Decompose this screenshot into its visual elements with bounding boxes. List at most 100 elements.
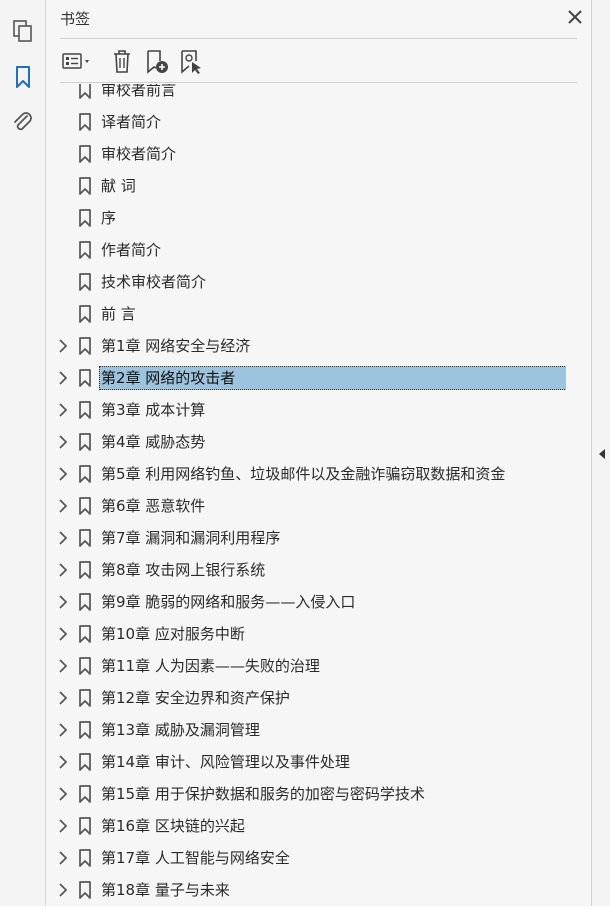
bookmark-label[interactable]: 第8章 攻击网上银行系统 — [100, 559, 266, 581]
expand-chevron-icon[interactable] — [57, 722, 69, 738]
bookmark-item[interactable]: 第10章 应对服务中断 — [46, 618, 566, 650]
bookmark-label[interactable]: 第12章 安全边界和资产保护 — [100, 687, 291, 709]
bookmark-icon — [78, 785, 92, 803]
bookmark-item[interactable]: 第3章 成本计算 — [46, 394, 566, 426]
bookmark-label[interactable]: 献 词 — [100, 175, 137, 197]
bookmark-icon — [78, 497, 92, 515]
bookmark-item[interactable]: 第14章 审计、风险管理以及事件处理 — [46, 746, 566, 778]
bookmark-label[interactable]: 第4章 威胁态势 — [100, 431, 206, 453]
bookmark-item[interactable]: 第2章 网络的攻击者 — [46, 362, 566, 394]
bookmark-icon — [78, 177, 92, 195]
expand-chevron-icon[interactable] — [57, 786, 69, 802]
expand-chevron-icon[interactable] — [57, 370, 69, 386]
bookmark-icon — [78, 753, 92, 771]
bookmark-item[interactable]: 译者简介 — [46, 106, 566, 138]
bookmark-label[interactable]: 第15章 用于保护数据和服务的加密与密码学技术 — [100, 783, 426, 805]
bookmark-label[interactable]: 第11章 人为因素——失败的治理 — [100, 655, 321, 677]
bookmark-item[interactable]: 献 词 — [46, 170, 566, 202]
bookmark-label[interactable]: 第17章 人工智能与网络安全 — [100, 847, 291, 869]
bookmark-icon — [78, 465, 92, 483]
expand-chevron-icon[interactable] — [57, 754, 69, 770]
page-thumbnails-icon[interactable] — [9, 17, 37, 45]
bookmarks-panel: 书签 审校者前言 译者简介 审校者简介 献 词 序 作者简介 技术审校者简介 前… — [46, 0, 591, 906]
bookmark-label[interactable]: 第2章 网络的攻击者 — [99, 366, 566, 390]
bookmark-label[interactable]: 第16章 区块链的兴起 — [100, 815, 246, 837]
bookmark-item[interactable]: 第4章 威胁态势 — [46, 426, 566, 458]
bookmark-item[interactable]: 第15章 用于保护数据和服务的加密与密码学技术 — [46, 778, 566, 810]
bookmark-item[interactable]: 第12章 安全边界和资产保护 — [46, 682, 566, 714]
bookmark-item[interactable]: 审校者简介 — [46, 138, 566, 170]
bookmark-label[interactable]: 序 — [100, 207, 117, 229]
bookmark-label[interactable]: 第13章 威胁及漏洞管理 — [100, 719, 261, 741]
divider — [60, 38, 577, 39]
bookmark-label[interactable]: 作者简介 — [100, 239, 162, 261]
panel-header: 书签 — [60, 5, 582, 33]
attachments-icon[interactable] — [9, 108, 37, 136]
bookmark-label[interactable]: 第18章 量子与未来 — [100, 879, 231, 901]
bookmark-item[interactable]: 第16章 区块链的兴起 — [46, 810, 566, 842]
expand-chevron-icon[interactable] — [57, 658, 69, 674]
expand-chevron-icon[interactable] — [57, 498, 69, 514]
bookmark-tree: 审校者前言译者简介审校者简介献 词序作者简介技术审校者简介前 言第1章 网络安全… — [46, 84, 566, 906]
expand-chevron-icon[interactable] — [57, 850, 69, 866]
bookmark-item[interactable]: 第13章 威胁及漏洞管理 — [46, 714, 566, 746]
expand-chevron-icon[interactable] — [57, 626, 69, 642]
bookmark-item[interactable]: 前 言 — [46, 298, 566, 330]
new-bookmark-from-structure-icon[interactable] — [178, 47, 204, 75]
bookmark-label[interactable]: 前 言 — [100, 303, 137, 325]
bookmark-icon — [78, 593, 92, 611]
bookmark-label[interactable]: 第14章 审计、风险管理以及事件处理 — [100, 751, 351, 773]
bookmark-icon — [78, 209, 92, 227]
bookmark-icon — [78, 337, 92, 355]
bookmark-icon — [78, 241, 92, 259]
bookmark-item[interactable]: 第8章 攻击网上银行系统 — [46, 554, 566, 586]
expand-chevron-icon[interactable] — [57, 818, 69, 834]
bookmark-icon — [78, 849, 92, 867]
expand-chevron-icon[interactable] — [57, 882, 69, 898]
bookmark-label[interactable]: 第9章 脆弱的网络和服务——入侵入口 — [100, 591, 356, 613]
bookmark-icon — [78, 433, 92, 451]
bookmark-label[interactable]: 第7章 漏洞和漏洞利用程序 — [100, 527, 281, 549]
bookmark-item[interactable]: 第11章 人为因素——失败的治理 — [46, 650, 566, 682]
close-icon[interactable] — [566, 5, 584, 27]
bookmark-label[interactable]: 第6章 恶意软件 — [100, 495, 206, 517]
expand-chevron-icon[interactable] — [57, 594, 69, 610]
bookmark-item[interactable]: 第6章 恶意软件 — [46, 490, 566, 522]
bookmarks-icon[interactable] — [9, 63, 37, 91]
bookmark-icon — [78, 881, 92, 899]
bookmark-item[interactable]: 审校者前言 — [46, 84, 566, 106]
bookmark-label[interactable]: 译者简介 — [100, 111, 162, 133]
left-navigation-pane — [0, 0, 46, 906]
bookmark-item[interactable]: 第7章 漏洞和漏洞利用程序 — [46, 522, 566, 554]
bookmark-item[interactable]: 第17章 人工智能与网络安全 — [46, 842, 566, 874]
options-icon[interactable] — [60, 47, 98, 75]
bookmark-icon — [78, 305, 92, 323]
collapse-arrow-icon[interactable] — [597, 446, 607, 460]
bookmark-item[interactable]: 技术审校者简介 — [46, 266, 566, 298]
bookmark-label[interactable]: 第5章 利用网络钓鱼、垃圾邮件以及金融诈骗窃取数据和资金 — [100, 463, 506, 485]
bookmark-label[interactable]: 第1章 网络安全与经济 — [100, 335, 251, 357]
delete-bookmark-icon[interactable] — [110, 47, 134, 75]
bookmark-item[interactable]: 第1章 网络安全与经济 — [46, 330, 566, 362]
bookmark-label[interactable]: 第10章 应对服务中断 — [100, 623, 246, 645]
expand-chevron-icon[interactable] — [57, 562, 69, 578]
bookmark-item[interactable]: 第18章 量子与未来 — [46, 874, 566, 906]
collapse-panel-strip[interactable] — [591, 0, 610, 906]
bookmark-item[interactable]: 作者简介 — [46, 234, 566, 266]
bookmark-icon — [78, 145, 92, 163]
bookmark-item[interactable]: 第5章 利用网络钓鱼、垃圾邮件以及金融诈骗窃取数据和资金 — [46, 458, 566, 490]
bookmark-label[interactable]: 技术审校者简介 — [100, 271, 207, 293]
expand-chevron-icon[interactable] — [57, 434, 69, 450]
bookmark-label[interactable]: 审校者简介 — [100, 143, 177, 165]
expand-chevron-icon[interactable] — [57, 338, 69, 354]
bookmark-icon — [78, 529, 92, 547]
bookmark-label[interactable]: 第3章 成本计算 — [100, 399, 206, 421]
expand-chevron-icon[interactable] — [57, 402, 69, 418]
bookmark-label[interactable]: 审校者前言 — [100, 84, 177, 101]
new-bookmark-icon[interactable] — [144, 47, 170, 75]
bookmark-item[interactable]: 序 — [46, 202, 566, 234]
expand-chevron-icon[interactable] — [57, 466, 69, 482]
bookmark-item[interactable]: 第9章 脆弱的网络和服务——入侵入口 — [46, 586, 566, 618]
expand-chevron-icon[interactable] — [57, 530, 69, 546]
expand-chevron-icon[interactable] — [57, 690, 69, 706]
